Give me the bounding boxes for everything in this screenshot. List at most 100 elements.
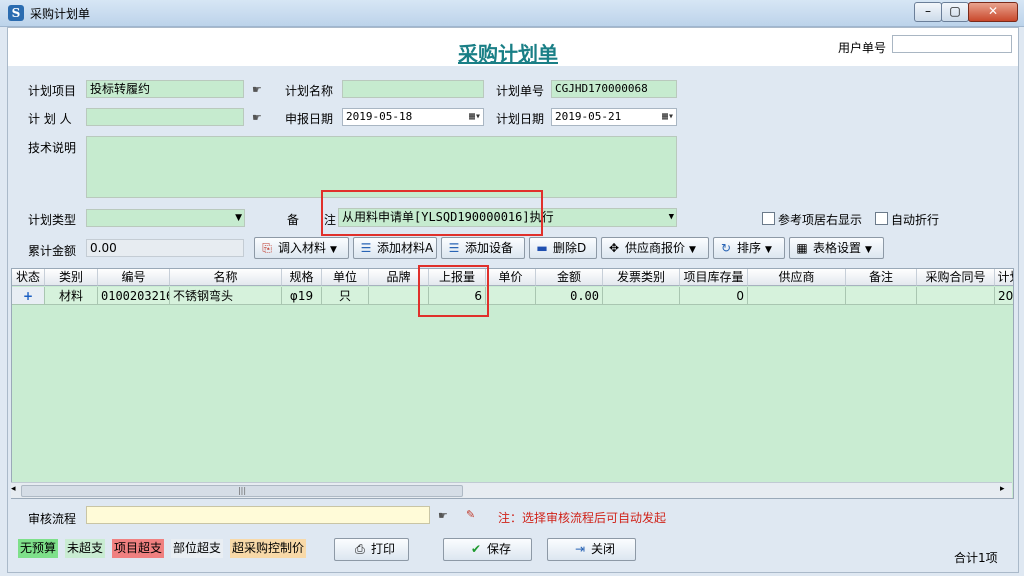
plan-name-field[interactable] xyxy=(342,80,484,98)
plan-date-label: 计划日期 xyxy=(496,112,545,126)
import-material-button[interactable]: ⎘ 调入材料 ▼ xyxy=(254,237,349,259)
close-window-button[interactable]: ✕ xyxy=(968,2,1018,22)
hand-pointer-icon[interactable]: ☛ xyxy=(438,509,454,523)
sort-label: 排序 xyxy=(737,241,762,255)
cell-remark[interactable] xyxy=(846,287,917,305)
horizontal-scrollbar[interactable]: ◂ ||| ▸ xyxy=(11,482,1012,498)
col-header[interactable]: 名称 xyxy=(170,269,282,286)
delete-label: 删除D xyxy=(553,241,587,255)
plan-type-select[interactable]: ▼ xyxy=(86,209,245,227)
print-button[interactable]: ⎙ 打印 xyxy=(334,538,409,561)
col-header[interactable]: 项目库存量 xyxy=(680,269,748,286)
legend-part-over: 部位超支 xyxy=(171,539,224,558)
report-date-label: 申报日期 xyxy=(285,112,334,126)
chevron-down-icon: ▼ xyxy=(689,245,696,255)
col-header[interactable]: 发票类别 xyxy=(603,269,680,286)
cell-unit[interactable]: 只 xyxy=(322,287,369,305)
tech-desc-label: 技术说明 xyxy=(28,141,77,155)
cell-price[interactable] xyxy=(486,287,536,305)
cell-supplier[interactable] xyxy=(748,287,846,305)
user-no-label: 用户单号 xyxy=(838,41,887,55)
col-header[interactable]: 单位 xyxy=(322,269,369,286)
chevron-down-icon: ▼ xyxy=(330,245,337,255)
minus-icon: ▬ xyxy=(536,241,548,255)
planner-field[interactable] xyxy=(86,108,244,126)
save-button[interactable]: ✔ 保存 xyxy=(443,538,532,561)
plan-no-field: CGJHD170000068 xyxy=(551,80,677,98)
sort-button[interactable]: ↻ 排序 ▼ xyxy=(713,237,785,259)
calendar-dropdown-icon[interactable]: ▦▾ xyxy=(469,110,481,124)
scrollbar-thumb[interactable]: ||| xyxy=(21,485,463,497)
cell-contract[interactable] xyxy=(917,287,995,305)
calendar-dropdown-icon[interactable]: ▦▾ xyxy=(662,110,674,124)
add-device-button[interactable]: ☰ 添加设备 xyxy=(441,237,525,259)
col-header[interactable]: 备注 xyxy=(846,269,917,286)
checkmark-icon: ✔ xyxy=(470,542,482,556)
col-header[interactable]: 计划 xyxy=(995,269,1013,286)
col-header[interactable]: 规格 xyxy=(282,269,322,286)
minimize-button[interactable]: – xyxy=(914,2,942,22)
add-material-label: 添加材料A xyxy=(377,241,434,255)
header-panel: 采购计划单 用户单号 xyxy=(8,28,1018,66)
plan-item-field[interactable]: 投标转履约 xyxy=(86,80,244,98)
hand-pointer-icon[interactable]: ☛ xyxy=(252,83,268,97)
cell-category[interactable]: 材料 xyxy=(45,287,98,305)
supplier-quote-label: 供应商报价 xyxy=(625,241,686,255)
plan-name-label: 计划名称 xyxy=(285,84,334,98)
cell-code[interactable]: 0100203216 xyxy=(98,287,170,305)
grid-settings-button[interactable]: ▦ 表格设置 ▼ xyxy=(789,237,884,259)
add-material-button[interactable]: ☰ 添加材料A xyxy=(353,237,437,259)
col-header[interactable]: 金额 xyxy=(536,269,603,286)
user-no-input[interactable] xyxy=(892,35,1012,53)
page-title: 采购计划单 xyxy=(458,42,558,66)
maximize-button[interactable]: ▢ xyxy=(941,2,969,22)
app-window: S 采购计划单 – ▢ ✕ 采购计划单 用户单号 计划项目 投标转履约 ☛ 计划… xyxy=(0,0,1024,576)
add-device-label: 添加设备 xyxy=(465,241,514,255)
item-grid[interactable]: 状态 类别 编号 名称 规格 单位 品牌 上报量 单价 金额 发票类别 项目库存… xyxy=(11,268,1014,499)
tech-desc-textarea[interactable] xyxy=(86,136,677,198)
scroll-left-icon[interactable]: ◂ xyxy=(11,484,21,494)
hand-pointer-icon[interactable]: ☛ xyxy=(252,111,268,125)
plan-date-picker[interactable]: 2019-05-21 ▦▾ xyxy=(551,108,677,126)
approval-label: 审核流程 xyxy=(28,512,77,526)
legend-not-over: 未超支 xyxy=(65,539,106,558)
planner-label: 计 划 人 xyxy=(28,112,72,126)
cell-amount[interactable]: 0.00 xyxy=(536,287,603,305)
close-button[interactable]: ⇥ 关闭 xyxy=(547,538,636,561)
auto-wrap-checkbox[interactable] xyxy=(875,212,888,225)
col-header[interactable]: 单价 xyxy=(486,269,536,286)
cell-stock[interactable]: 0 xyxy=(680,287,748,305)
cell-plan[interactable]: 20 xyxy=(995,287,1013,305)
report-date-picker[interactable]: 2019-05-18 ▦▾ xyxy=(342,108,484,126)
col-header[interactable]: 采购合同号 xyxy=(917,269,995,286)
cell-name[interactable]: 不锈钢弯头 xyxy=(170,287,282,305)
print-label: 打印 xyxy=(370,542,395,556)
col-header[interactable]: 类别 xyxy=(45,269,98,286)
total-field: 0.00 xyxy=(86,239,244,257)
printer-icon: ⎙ xyxy=(355,542,365,556)
edit-pen-icon[interactable]: ✎ xyxy=(466,508,482,522)
col-header[interactable]: 状态 xyxy=(12,269,45,286)
form-area: 采购计划单 用户单号 计划项目 投标转履约 ☛ 计划名称 计划单号 CGJHD1… xyxy=(7,27,1019,573)
cell-spec[interactable]: φ19 xyxy=(282,287,322,305)
approval-field[interactable] xyxy=(86,506,430,524)
col-header[interactable]: 编号 xyxy=(98,269,170,286)
exit-door-icon: ⇥ xyxy=(574,542,586,556)
refresh-icon: ↻ xyxy=(720,241,732,255)
highlight-box xyxy=(418,265,489,317)
chevron-down-icon: ▼ xyxy=(235,213,242,223)
delete-button[interactable]: ▬ 删除D xyxy=(529,237,597,259)
supplier-quote-button[interactable]: ✥ 供应商报价 ▼ xyxy=(601,237,709,259)
s-logo-icon: S xyxy=(8,5,24,21)
plan-type-label: 计划类型 xyxy=(28,213,77,227)
save-label: 保存 xyxy=(486,542,511,556)
cell-invoice[interactable] xyxy=(603,287,680,305)
add-row-icon[interactable]: + xyxy=(12,287,45,305)
col-header[interactable]: 供应商 xyxy=(748,269,846,286)
import-label: 调入材料 xyxy=(278,241,327,255)
ref-right-checkbox[interactable] xyxy=(762,212,775,225)
scroll-right-icon[interactable]: ▸ xyxy=(1000,484,1010,494)
auto-wrap-label: 自动折行 xyxy=(891,213,940,227)
chevron-down-icon: ▼ xyxy=(765,245,772,255)
chevron-down-icon: ▼ xyxy=(668,212,674,222)
